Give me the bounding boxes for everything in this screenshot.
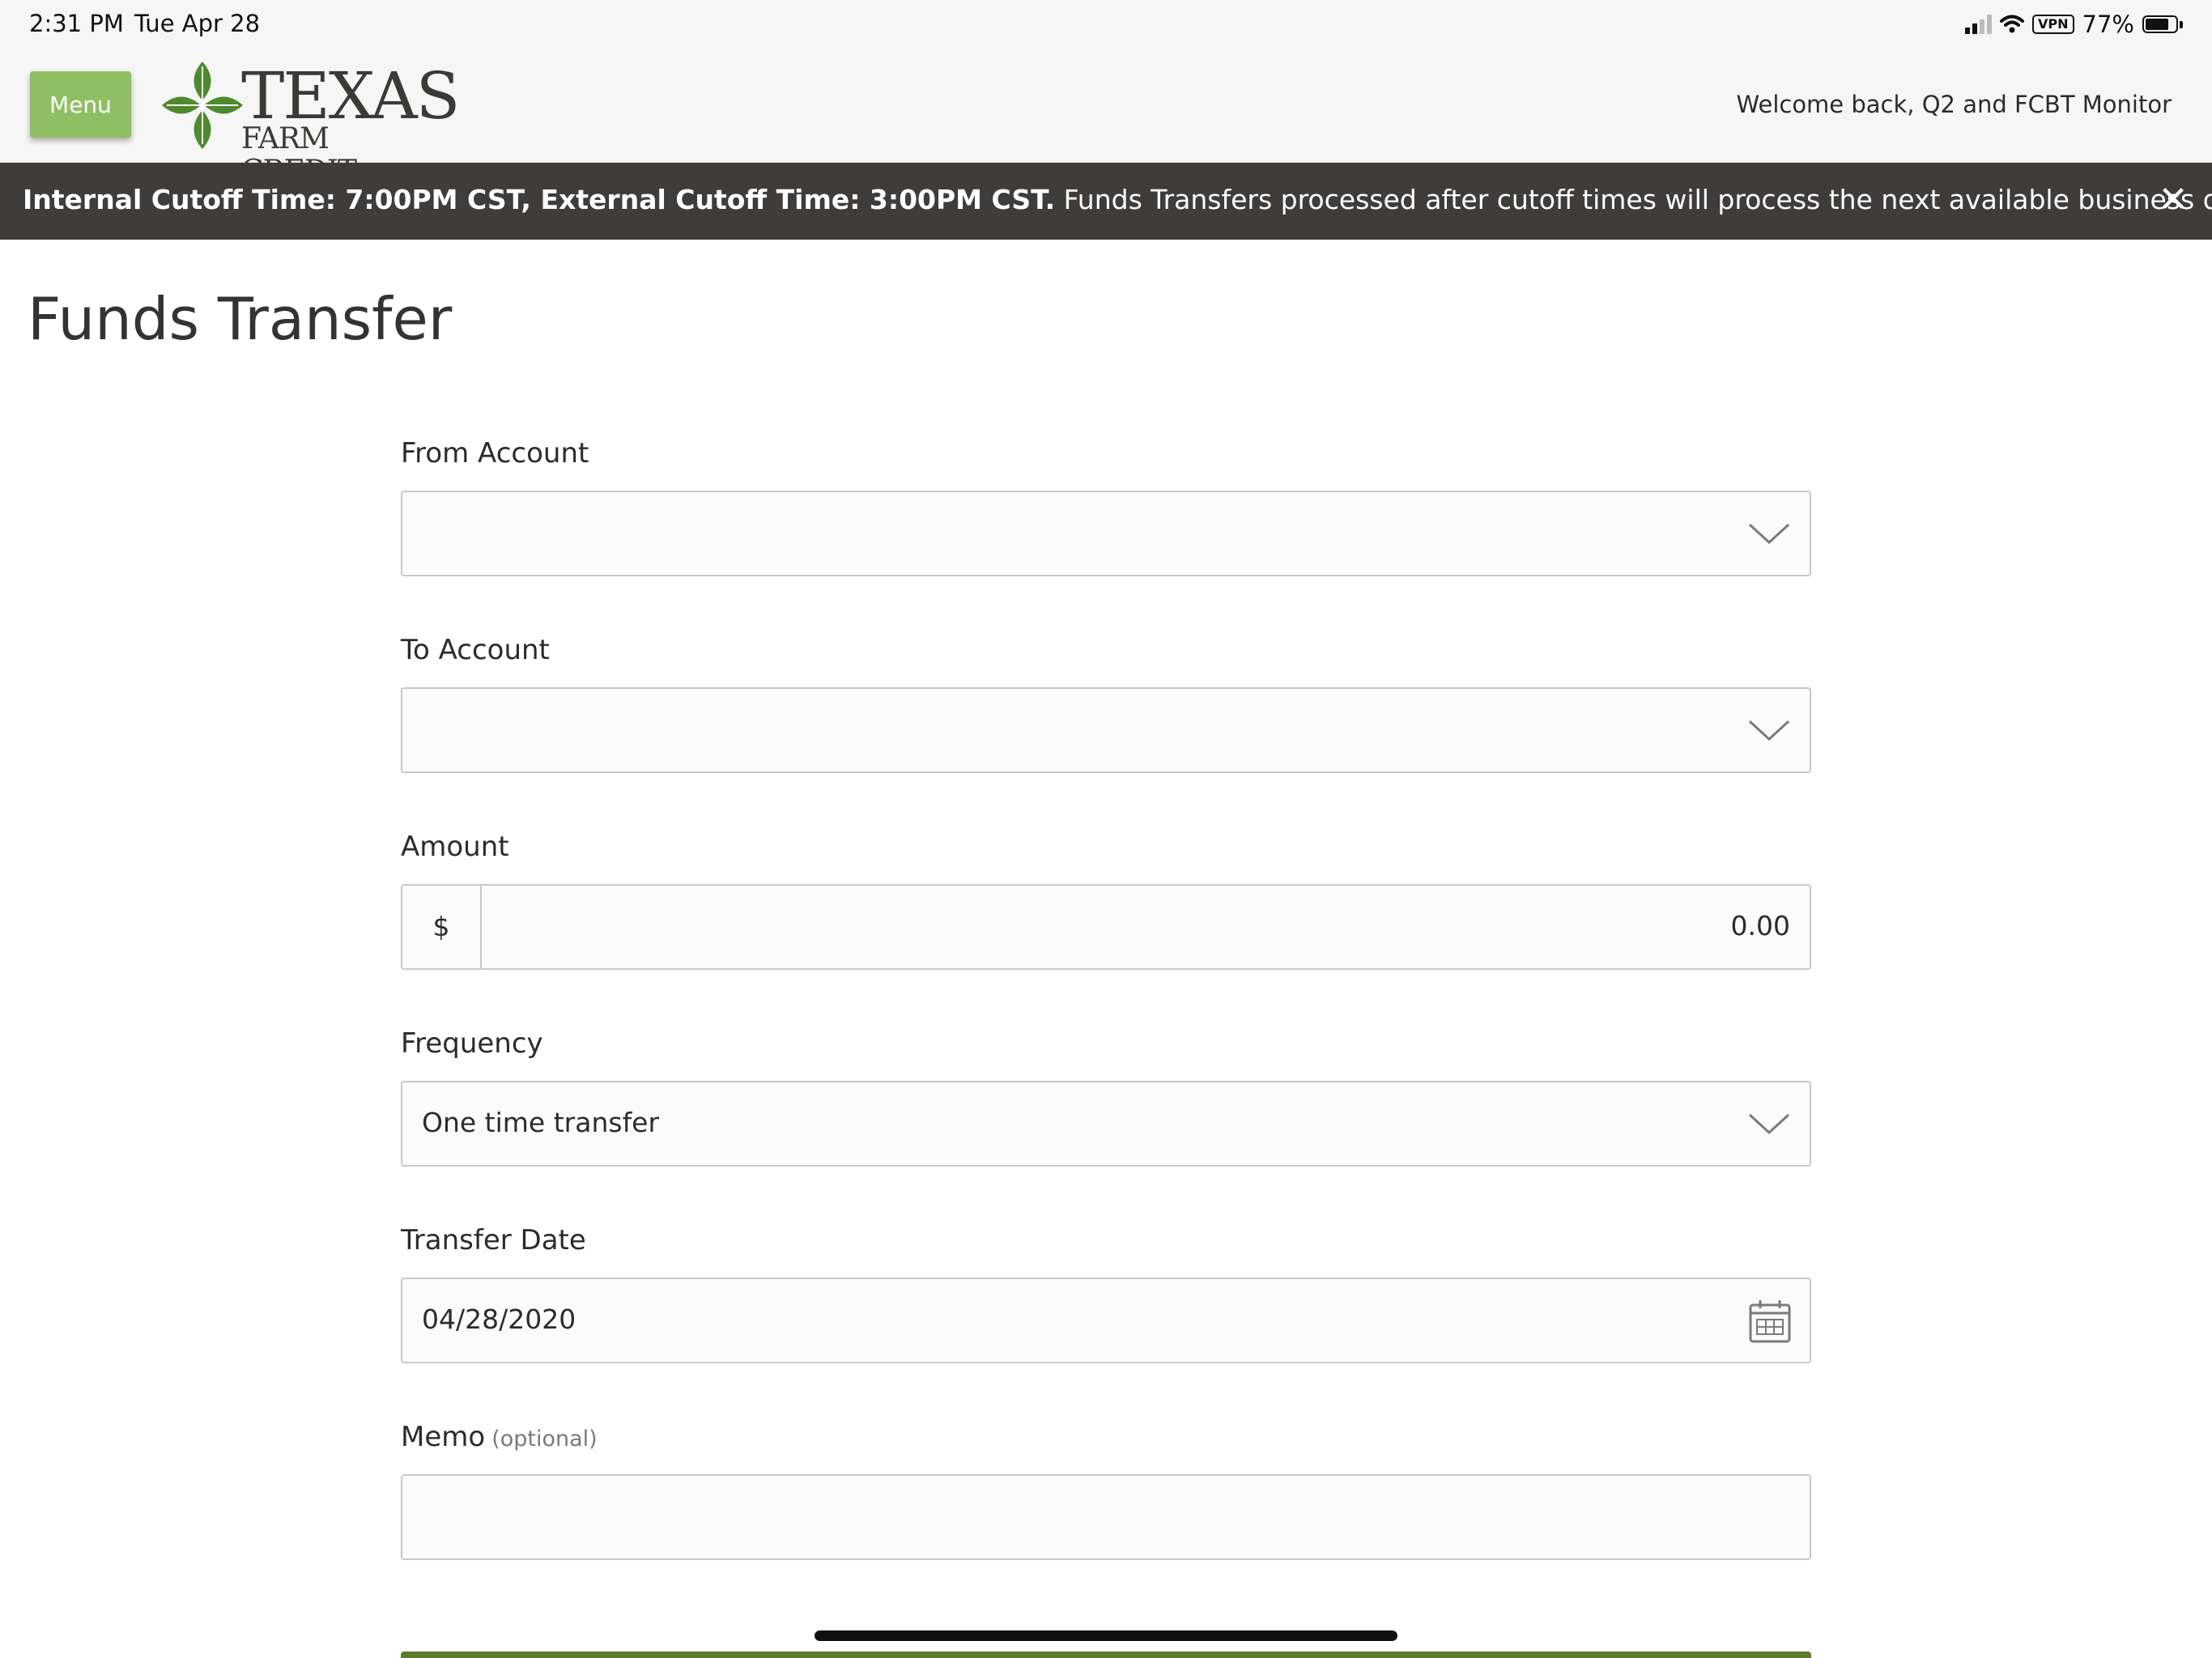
page-title: Funds Transfer (28, 285, 453, 353)
texas-farm-credit-logo[interactable]: TEXAS FARM CREDIT (160, 60, 460, 188)
vpn-badge: VPN (2032, 15, 2074, 34)
memo-label: Memo (optional) (401, 1421, 598, 1453)
chevron-down-icon (1748, 523, 1790, 545)
frequency-value: One time transfer (422, 1107, 660, 1138)
status-date: Tue Apr 28 (134, 10, 261, 37)
to-account-select[interactable] (401, 687, 1811, 773)
page: 2:31 PM Tue Apr 28 VPN 77% Menu TEXAS FA… (0, 0, 2212, 1658)
app-header: Menu TEXAS FARM CREDIT Welcome back, Q2 … (0, 49, 2212, 188)
to-account-label: To Account (401, 634, 550, 666)
battery-icon (2142, 15, 2183, 33)
welcome-message: Welcome back, Q2 and FCBT Monitor (1736, 91, 2172, 118)
memo-optional-hint: (optional) (491, 1426, 598, 1452)
status-time: 2:31 PM (29, 10, 124, 37)
from-account-select[interactable] (401, 491, 1811, 576)
currency-prefix: $ (402, 886, 482, 968)
status-bar: 2:31 PM Tue Apr 28 VPN 77% (0, 0, 2212, 49)
submit-button[interactable] (401, 1652, 1811, 1658)
memo-input[interactable] (401, 1474, 1811, 1560)
amount-label: Amount (401, 831, 509, 863)
close-icon[interactable]: ✕ (2154, 181, 2193, 219)
cellular-signal-icon (1965, 15, 1993, 34)
amount-value: 0.00 (1730, 910, 1790, 942)
status-indicators: VPN 77% (1965, 8, 2183, 40)
menu-button[interactable]: Menu (30, 71, 131, 138)
transfer-date-value: 04/28/2020 (422, 1303, 576, 1335)
chevron-down-icon (1748, 720, 1790, 742)
battery-percent: 77% (2082, 11, 2134, 38)
memo-label-text: Memo (401, 1421, 486, 1453)
banner-message: Internal Cutoff Time: 7:00PM CST, Extern… (23, 184, 2212, 215)
calendar-icon[interactable] (1748, 1299, 1792, 1344)
cutoff-banner: Internal Cutoff Time: 7:00PM CST, Extern… (0, 163, 2212, 240)
banner-description: Funds Transfers processed after cutoff t… (1055, 184, 2212, 215)
frequency-label: Frequency (401, 1027, 543, 1060)
home-indicator[interactable] (815, 1630, 1397, 1641)
from-account-label: From Account (401, 437, 589, 470)
transfer-date-input[interactable]: 04/28/2020 (401, 1278, 1811, 1363)
amount-input[interactable]: $ 0.00 (401, 884, 1811, 970)
banner-cutoff-times: Internal Cutoff Time: 7:00PM CST, Extern… (23, 184, 1056, 215)
chevron-down-icon (1748, 1113, 1790, 1135)
wifi-icon (2000, 15, 2025, 33)
logo-leaf-icon (162, 62, 243, 149)
transfer-date-label: Transfer Date (401, 1224, 586, 1256)
frequency-select[interactable]: One time transfer (401, 1081, 1811, 1167)
